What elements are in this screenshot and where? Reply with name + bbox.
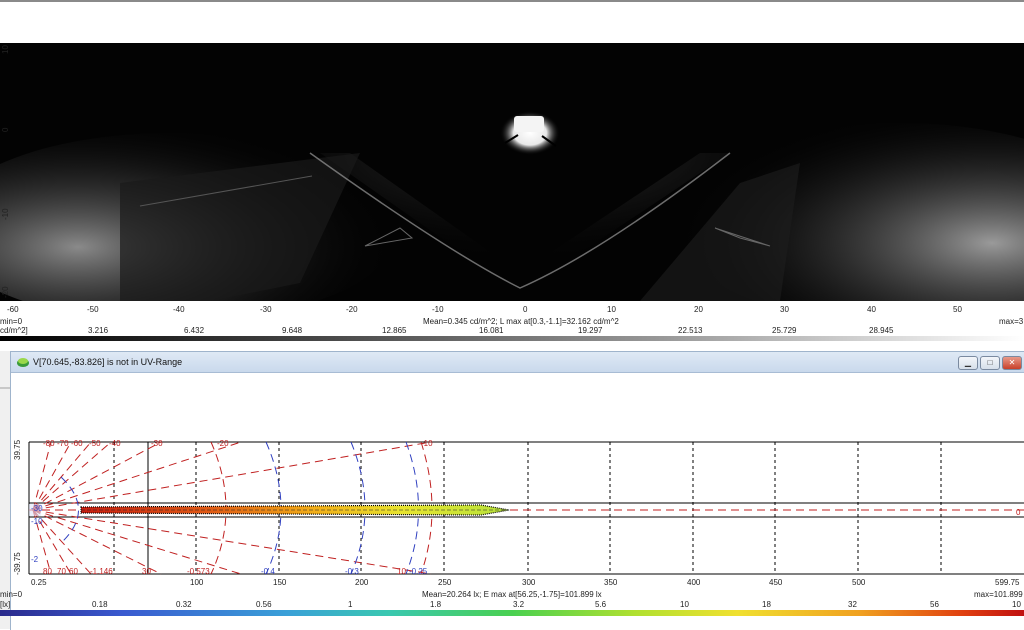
x-tick-label: -30: [260, 305, 272, 314]
contour-label: -60: [71, 439, 83, 448]
scale-value: 3.216: [88, 326, 109, 335]
x-tick-label: 10: [607, 305, 616, 314]
x-tick-label: -20: [346, 305, 358, 314]
max-label: max=101.899: [974, 590, 1023, 599]
scale-value: 9.648: [282, 326, 303, 335]
x-tick-label: 250: [438, 578, 452, 587]
grayscale-bar: [0, 336, 1024, 341]
scale-value: 25.729: [772, 326, 797, 335]
illuminance-window: V[70.645,-83.826] is not in UV-Range ▁ □…: [10, 351, 1024, 630]
y-tick-label: 39.75: [13, 439, 22, 460]
x-tick-label: 300: [522, 578, 536, 587]
x-tick-label: 450: [769, 578, 783, 587]
x-tick-label: 400: [687, 578, 701, 587]
luminance-image: [0, 43, 1024, 301]
x-tick-label: 40: [867, 305, 876, 314]
x-tick-label: -50: [87, 305, 99, 314]
scale-value: 3.2: [513, 600, 525, 609]
contour-label: -1.146: [90, 567, 113, 576]
scale-value: 5.6: [595, 600, 607, 609]
scale-value: 18: [762, 600, 771, 609]
contour-label: -50: [89, 439, 101, 448]
y-tick-label: -10: [1, 208, 10, 220]
contour-label: -10: [31, 517, 43, 526]
contour-label: -0.573: [187, 567, 210, 576]
x-tick-label: 200: [355, 578, 369, 587]
close-button[interactable]: ✕: [1002, 356, 1022, 370]
illuminance-stats: Mean=20.264 lx; E max at[56.25,-1.75]=10…: [422, 590, 602, 599]
left-panel-strip: [0, 351, 10, 629]
isolux-plot: [28, 441, 1024, 575]
x-tick-label: 20: [694, 305, 703, 314]
scale-value: 12.865: [382, 326, 407, 335]
min-label: min=0: [0, 590, 23, 599]
contour-label: -0.3: [345, 567, 359, 576]
title-bar[interactable]: V[70.645,-83.826] is not in UV-Range ▁ □…: [11, 352, 1024, 373]
contour-label: -20: [217, 439, 229, 448]
contour-label: -70: [57, 439, 69, 448]
x-tick-label: 30: [780, 305, 789, 314]
scale-value: 19.297: [578, 326, 603, 335]
x-tick-label: 50: [953, 305, 962, 314]
scale-value: 6.432: [184, 326, 205, 335]
scale-value: 28.945: [869, 326, 894, 335]
window-top-border: [0, 0, 1024, 2]
maximize-button[interactable]: □: [980, 356, 1000, 370]
max-label: max=3: [999, 317, 1024, 326]
x-tick-label: -60: [7, 305, 19, 314]
scale-value: 0.18: [92, 600, 108, 609]
y-tick-label: 0: [1, 127, 10, 132]
contour-label: 0: [1016, 508, 1021, 517]
scale-value: 1: [348, 600, 353, 609]
contour-label: -2: [31, 555, 39, 564]
scale-value: 56: [930, 600, 939, 609]
x-tick-label: 100: [190, 578, 204, 587]
x-tick-label: -10: [432, 305, 444, 314]
color-scale-bar: [0, 610, 1024, 616]
contour-label: -0.4: [261, 567, 275, 576]
y-tick-label: -20: [1, 286, 10, 298]
app-icon: [17, 358, 29, 367]
unit-label: [lx]: [0, 600, 11, 609]
contour-label: -30: [151, 439, 163, 448]
contour-label: 30: [142, 567, 151, 576]
y-tick-label: -39.75: [13, 552, 22, 575]
scale-value: 1.8: [430, 600, 442, 609]
x-tick-label: 599.75: [995, 578, 1020, 587]
scale-value: 0.32: [176, 600, 192, 609]
contour-label: -30: [31, 504, 43, 513]
contour-label: -40: [109, 439, 121, 448]
luminance-stats: Mean=0.345 cd/m^2; L max at[0.3,-1.1]=32…: [423, 317, 619, 326]
scale-value: 10: [1012, 600, 1021, 609]
scale-value: 0.56: [256, 600, 272, 609]
contour-label: 60: [69, 567, 78, 576]
scale-value: 32: [848, 600, 857, 609]
window-title: V[70.645,-83.826] is not in UV-Range: [33, 357, 183, 367]
scale-value: 16.081: [479, 326, 504, 335]
contour-label: -10: [421, 439, 433, 448]
contour-label: -80: [43, 439, 55, 448]
minimize-button[interactable]: ▁: [958, 356, 978, 370]
x-tick-label: 150: [273, 578, 287, 587]
scale-value: 22.513: [678, 326, 703, 335]
x-tick-label: 500: [852, 578, 866, 587]
x-tick-label: 350: [604, 578, 618, 587]
contour-label: 10: [397, 567, 406, 576]
x-tick-label: -40: [173, 305, 185, 314]
contour-label: 80: [43, 567, 52, 576]
scale-value: 10: [680, 600, 689, 609]
unit-label: cd/m^2]: [0, 326, 28, 335]
contour-label: 70: [57, 567, 66, 576]
x-tick-label: 0.25: [31, 578, 47, 587]
contour-label: -0.25: [409, 567, 428, 576]
min-label: min=0: [0, 317, 23, 326]
x-tick-label: 0: [523, 305, 528, 314]
y-tick-label: 10: [1, 45, 10, 54]
